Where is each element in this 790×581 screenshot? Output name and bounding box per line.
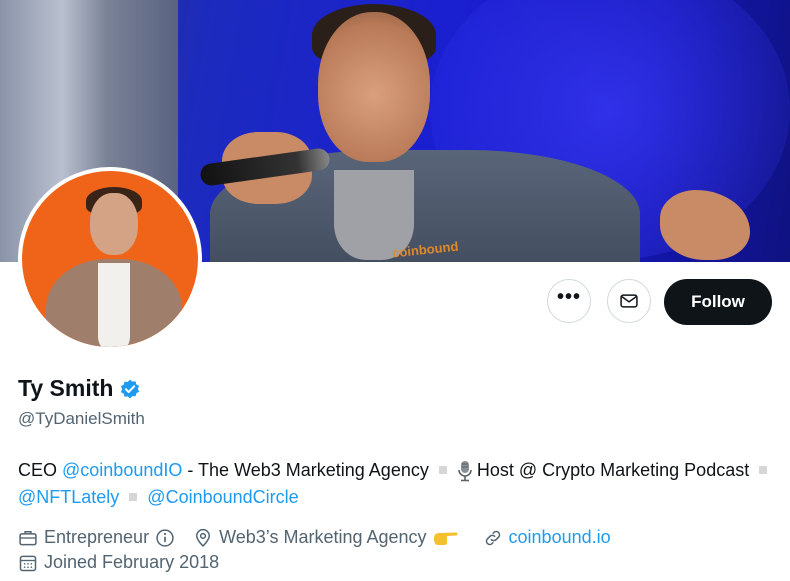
avatar-head bbox=[90, 193, 138, 255]
location-pin-icon bbox=[196, 528, 211, 547]
follow-button[interactable]: Follow bbox=[664, 279, 772, 325]
user-handle: @TyDanielSmith bbox=[18, 409, 145, 428]
pointing-hand-emoji-icon bbox=[433, 532, 458, 545]
avatar[interactable] bbox=[18, 167, 202, 351]
bio-text: Host @ Crypto Marketing Podcast bbox=[476, 460, 750, 480]
microphone-emoji-icon bbox=[458, 461, 472, 482]
banner-speaker-head bbox=[318, 12, 430, 162]
message-button[interactable] bbox=[607, 279, 651, 323]
meta-joined: Joined February 2018 bbox=[18, 552, 219, 573]
category-label: Entrepreneur bbox=[44, 527, 150, 547]
name-row: Ty Smith bbox=[18, 375, 141, 402]
joined-date: Joined February 2018 bbox=[44, 552, 220, 572]
profile-meta: Entrepreneur Web3’s Marketing Agency coi… bbox=[18, 527, 629, 548]
bio-mention-link[interactable]: @CoinboundCircle bbox=[147, 487, 298, 507]
more-button[interactable]: ••• bbox=[547, 279, 591, 323]
meta-location: Web3’s Marketing Agency bbox=[193, 527, 464, 548]
bio-separator bbox=[759, 466, 768, 475]
bio-text: CEO bbox=[18, 460, 63, 480]
info-icon[interactable] bbox=[155, 528, 175, 548]
bio-mention-link[interactable]: @coinboundIO bbox=[62, 460, 182, 480]
verified-badge-icon bbox=[121, 379, 140, 398]
briefcase-icon bbox=[19, 530, 37, 545]
website-link[interactable]: coinbound.io bbox=[509, 527, 611, 548]
location-label: Web3’s Marketing Agency bbox=[219, 527, 427, 547]
profile-bio: CEO @coinboundIO - The Web3 Marketing Ag… bbox=[18, 457, 778, 511]
bio-mention-link[interactable]: @NFTLately bbox=[18, 487, 119, 507]
bio-separator bbox=[129, 493, 138, 502]
profile-meta-joined: Joined February 2018 bbox=[18, 552, 237, 573]
meta-category: Entrepreneur bbox=[18, 527, 175, 548]
bio-separator bbox=[438, 466, 447, 475]
meta-website[interactable]: coinbound.io bbox=[483, 527, 611, 548]
calendar-icon bbox=[19, 555, 37, 571]
link-icon bbox=[485, 530, 500, 545]
more-icon: ••• bbox=[556, 286, 581, 308]
mail-icon bbox=[620, 294, 638, 308]
bio-text: - The Web3 Marketing Agency bbox=[182, 460, 429, 480]
display-name: Ty Smith bbox=[18, 375, 114, 401]
avatar-shirt bbox=[98, 263, 130, 347]
